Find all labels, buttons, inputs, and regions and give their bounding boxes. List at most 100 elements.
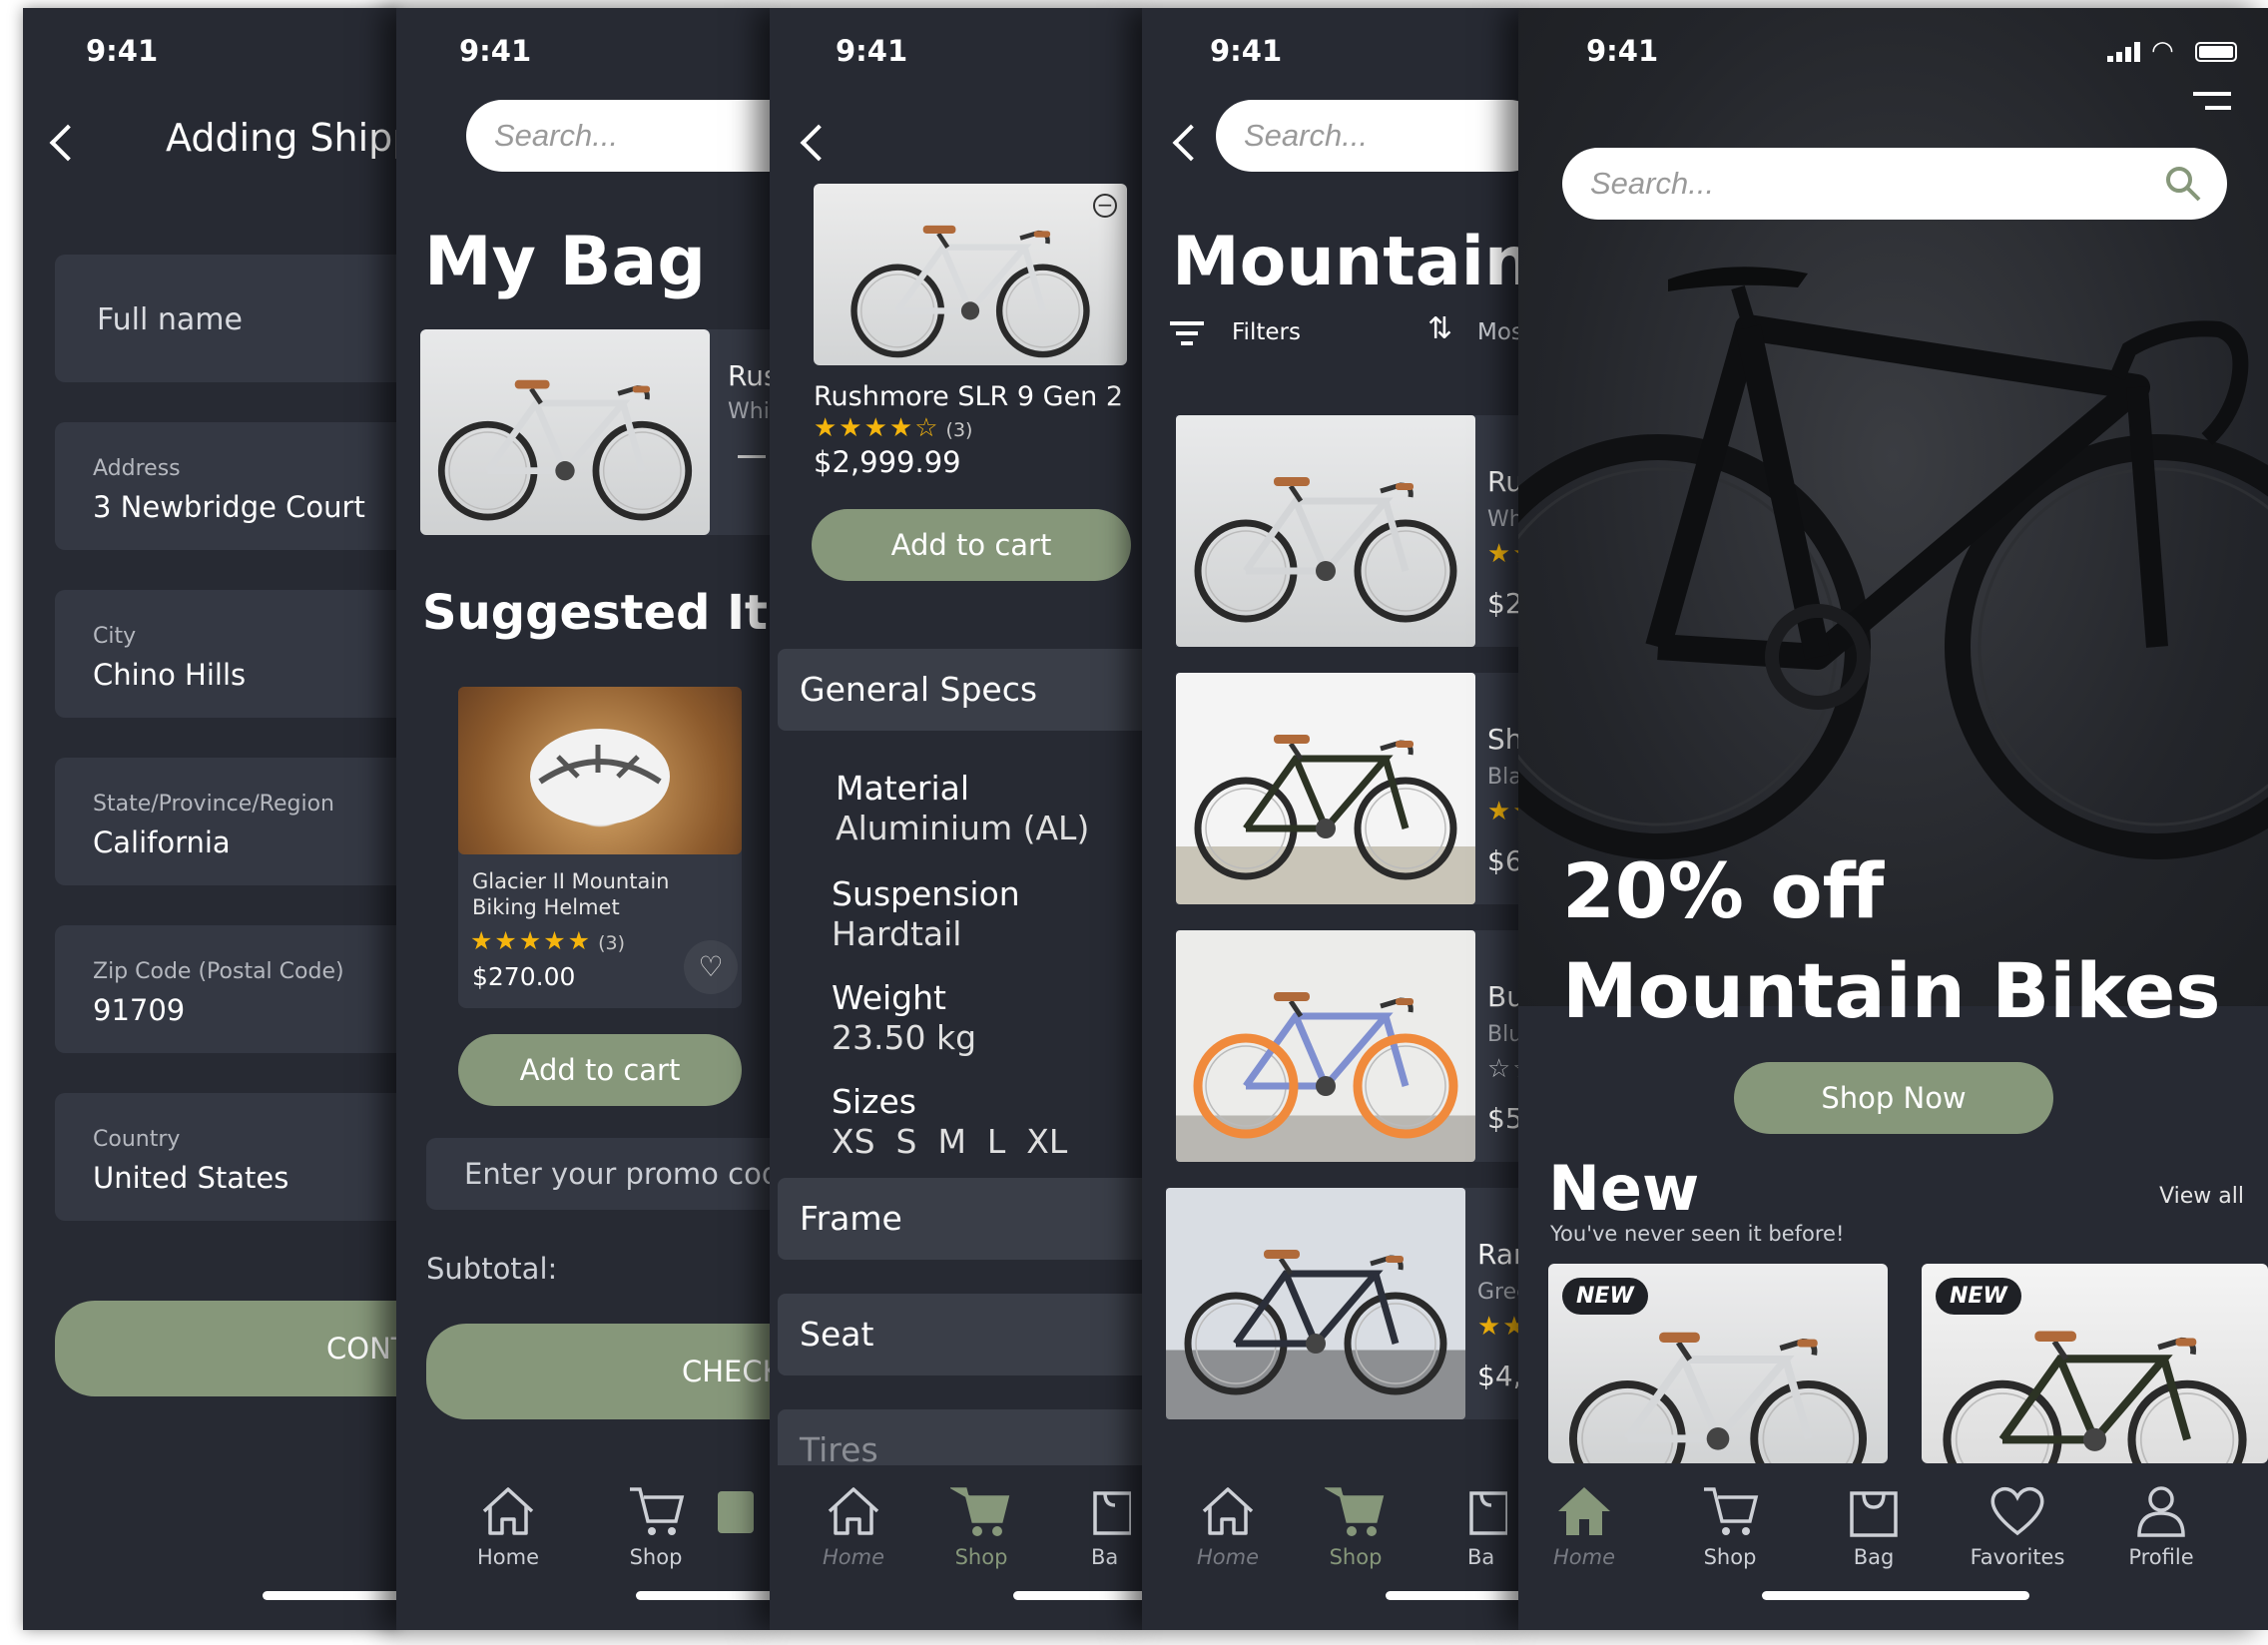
back-arrow-icon[interactable] — [800, 124, 838, 162]
section-seat[interactable]: Seat — [778, 1294, 1145, 1375]
bag-icon — [1469, 1491, 1507, 1535]
state-label: State/Province/Region — [93, 792, 334, 817]
tab-bag[interactable] — [714, 1483, 773, 1539]
home-icon — [828, 1487, 879, 1535]
menu-icon[interactable] — [2193, 92, 2231, 112]
shop-now-button[interactable]: Shop Now — [1734, 1062, 2053, 1134]
filter-icon[interactable] — [1170, 321, 1204, 347]
wifi-icon: ◠ — [2151, 36, 2174, 66]
list-item[interactable]: Sh Bla ★★ $6 — [1176, 673, 1521, 904]
new-section-subtitle: You've never seen it before! — [1550, 1222, 1845, 1246]
country-label: Country — [93, 1127, 181, 1152]
spec-suspension: Suspension Hardtail — [832, 874, 1020, 953]
new-section-title: New — [1548, 1152, 1700, 1225]
suggested-title: Suggested Ite — [422, 585, 773, 641]
bag-item-card[interactable]: Rus Whi — [420, 329, 773, 535]
status-time: 9:41 — [86, 34, 159, 68]
minus-icon[interactable] — [738, 455, 766, 458]
home-icon — [1558, 1487, 1610, 1535]
view-all-link[interactable]: View all — [2159, 1184, 2244, 1209]
heart-icon — [1990, 1486, 2044, 1536]
heart-icon[interactable]: ♡ — [684, 940, 738, 994]
list-item[interactable]: Bu Blu ☆☆ $5, — [1176, 930, 1521, 1162]
tab-home[interactable]: Home — [448, 1483, 568, 1569]
country-field[interactable]: Country United States — [55, 1093, 399, 1221]
product-detail-screen: 9:41 − Rushmore SLR 9 Gen 2 ★★★★☆ (3) $2,… — [770, 8, 1145, 1630]
new-badge: NEW — [1936, 1278, 2021, 1315]
promo-code-input[interactable]: Enter your promo cod — [426, 1138, 773, 1210]
tab-bar: Home Shop — [396, 1465, 773, 1630]
tab-home[interactable]: Home — [1524, 1483, 1644, 1569]
suggested-item-card[interactable]: Glacier II Mountain Biking Helmet ★★★★★(… — [458, 687, 742, 1008]
tab-bag[interactable]: Ba — [1091, 1483, 1145, 1569]
tab-bar: Home Shop Ba — [770, 1465, 1145, 1630]
filters-label[interactable]: Filters — [1232, 319, 1301, 345]
product-sub: Gree — [1477, 1280, 1521, 1305]
city-field[interactable]: City Chino Hills — [55, 590, 399, 718]
zip-field[interactable]: Zip Code (Postal Code) 91709 — [55, 925, 399, 1053]
product-price: $2 — [1487, 587, 1521, 620]
promo-line-1: 20% off — [1562, 846, 1885, 935]
sort-icon[interactable]: ⇅ — [1427, 311, 1452, 346]
search-input[interactable]: Search... — [1562, 148, 2227, 220]
page-title: Mountain — [1172, 223, 1521, 301]
tab-shop[interactable]: Shop — [921, 1483, 1041, 1569]
new-product-card[interactable]: NEW — [1548, 1264, 1888, 1463]
add-to-cart-button[interactable]: Add to cart — [458, 1034, 742, 1106]
spec-weight: Weight 23.50 kg — [832, 978, 977, 1057]
status-time: 9:41 — [836, 34, 908, 68]
list-item[interactable]: Rar Gree ★★ $4, — [1166, 1188, 1521, 1419]
remove-icon[interactable]: − — [1093, 194, 1117, 218]
tab-shop[interactable]: Shop — [1670, 1483, 1790, 1569]
search-input[interactable]: Search... — [1216, 100, 1521, 172]
tab-profile[interactable]: Profile — [2101, 1483, 2221, 1569]
product-rating: ★★ — [1487, 539, 1521, 569]
spec-sizes: Sizes XS S M L XL — [832, 1082, 1068, 1161]
tab-bag[interactable]: Bag — [1814, 1483, 1934, 1569]
subtotal-label: Subtotal: — [426, 1252, 558, 1286]
page-title: Adding Shipp — [166, 116, 399, 160]
battery-icon — [2195, 42, 2237, 62]
status-time: 9:41 — [1210, 34, 1283, 68]
cart-icon — [1704, 1487, 1759, 1535]
checkout-button[interactable]: CHECK — [426, 1324, 773, 1419]
address-field[interactable]: Address 3 Newbridge Court — [55, 422, 399, 550]
list-item[interactable]: Ru Wh ★★ $2 — [1176, 415, 1521, 647]
product-price: $5, — [1487, 1102, 1521, 1135]
tab-favorites[interactable]: Favorites — [1958, 1483, 2077, 1569]
zip-label: Zip Code (Postal Code) — [93, 959, 344, 984]
tab-bag[interactable]: Ba — [1467, 1483, 1521, 1569]
back-arrow-icon[interactable] — [1172, 124, 1210, 162]
status-time: 9:41 — [459, 34, 532, 68]
tab-shop[interactable]: Shop — [596, 1483, 716, 1569]
section-frame[interactable]: Frame — [778, 1178, 1145, 1260]
home-indicator — [1762, 1591, 2029, 1600]
bag-item-image — [420, 329, 710, 535]
product-image — [1166, 1188, 1465, 1419]
new-badge: NEW — [1562, 1278, 1648, 1315]
product-rating: ★★★★☆ (3) — [814, 413, 973, 443]
section-general-specs[interactable]: General Specs — [778, 649, 1145, 731]
home-icon — [482, 1487, 534, 1535]
product-name: Ru — [1487, 465, 1521, 498]
bag-item-sub: Whi — [728, 399, 770, 424]
add-to-cart-button[interactable]: Add to cart — [812, 509, 1131, 581]
status-time: 9:41 — [1586, 34, 1659, 68]
tab-home[interactable]: Home — [794, 1483, 913, 1569]
tab-home[interactable]: Home — [1168, 1483, 1288, 1569]
tab-shop[interactable]: Shop — [1296, 1483, 1416, 1569]
product-name: Bu — [1487, 980, 1521, 1013]
suggested-item-rating: ★★★★★ (3) — [470, 926, 625, 955]
cart-icon — [630, 1487, 685, 1535]
signal-icon — [2107, 42, 2141, 62]
new-product-card[interactable]: NEW — [1922, 1264, 2268, 1463]
product-rating: ★★ — [1477, 1312, 1521, 1342]
page-title: My Bag — [424, 223, 707, 301]
full-name-field[interactable]: Full name — [55, 255, 399, 382]
bag-icon — [1850, 1491, 1898, 1537]
sort-label[interactable]: Mos — [1477, 319, 1521, 345]
state-field[interactable]: State/Province/Region California — [55, 758, 399, 885]
continue-button[interactable]: CONT — [55, 1301, 399, 1396]
search-input[interactable]: Search... — [466, 100, 773, 172]
back-arrow-icon[interactable] — [49, 124, 87, 162]
